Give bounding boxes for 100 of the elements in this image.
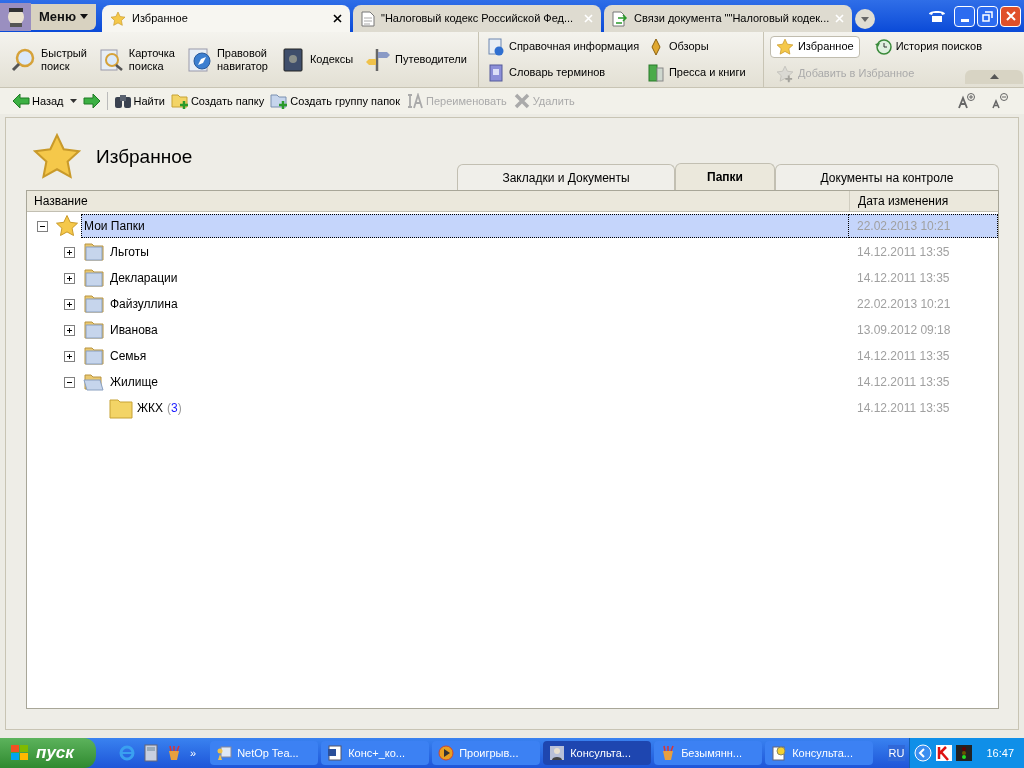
tree-row[interactable]: Декларации <box>108 266 849 290</box>
taskbar-button[interactable]: Консульта... <box>765 741 874 765</box>
date-cell-text: 13.09.2012 09:18 <box>857 322 951 339</box>
menu-button[interactable]: Меню <box>31 3 96 30</box>
chevron-left-icon[interactable] <box>914 744 933 762</box>
date-cell-text: 22.02.2013 10:21 <box>857 218 951 235</box>
binoculars-icon <box>113 93 132 109</box>
taskbar-button[interactable]: Конс+_ко... <box>321 741 430 765</box>
rename-icon <box>406 93 425 109</box>
caret-icon[interactable] <box>69 99 77 103</box>
folder-name: Мои Папки <box>84 218 145 235</box>
tree-row[interactable]: Файзуллина <box>108 292 849 316</box>
collapse-ribbon-button[interactable] <box>965 69 1023 84</box>
large-star-icon <box>32 132 82 182</box>
windows-logo-icon <box>10 744 30 762</box>
toolbar-button[interactable]: Найти <box>113 92 165 110</box>
tab-title: Избранное <box>132 11 189 27</box>
view-tab[interactable]: Закладки и Документы <box>457 164 675 190</box>
magnifier-icon <box>11 46 37 73</box>
star-icon <box>775 37 794 56</box>
ribbon-link[interactable]: Пресса и книги <box>646 63 757 82</box>
star-icon <box>55 214 79 238</box>
taskbar-button[interactable]: NetOp Tea... <box>210 741 319 765</box>
view-tab[interactable]: Папки <box>675 163 775 190</box>
signpost-icon <box>365 46 392 73</box>
tree-row[interactable]: Мои Папки <box>81 214 849 238</box>
expand-toggle[interactable] <box>64 272 75 284</box>
antivirus-k-icon[interactable] <box>936 745 953 761</box>
tab-list-button[interactable] <box>855 9 875 29</box>
view-tab[interactable]: Документы на контроле <box>775 164 999 190</box>
ribbon-link[interactable]: Избранное <box>769 35 860 58</box>
tab-title: "Налоговый кодекс Российской Фед... <box>381 11 575 27</box>
expand-toggle[interactable] <box>64 246 75 258</box>
folder-name: Семья <box>110 348 147 365</box>
delete-icon <box>512 93 531 109</box>
minimize-icon <box>960 18 969 22</box>
collapse-toggle[interactable] <box>37 220 48 232</box>
history-clock-icon <box>873 37 892 56</box>
ribbon-button[interactable]: Путеводители <box>364 37 468 82</box>
ribbon-button[interactable]: Кодексы <box>278 37 355 82</box>
taskbar-button[interactable]: Проигрыв... <box>432 741 541 765</box>
document-tab[interactable]: "Налоговый кодекс Российской Фед... <box>353 5 601 32</box>
ribbon-link[interactable]: Обзоры <box>646 37 757 56</box>
folder-name: Жилище <box>110 374 158 391</box>
tree-row[interactable]: Иванова <box>108 318 849 342</box>
ribbon-button[interactable]: Быстрый поиск <box>10 37 88 82</box>
close-icon[interactable] <box>333 14 342 23</box>
date-cell-text: 14.12.2011 13:35 <box>857 244 950 261</box>
restore-button[interactable] <box>977 5 998 27</box>
collapse-toggle[interactable] <box>64 376 75 388</box>
ribbon-link[interactable]: Словарь терминов <box>486 63 647 82</box>
document-icon <box>361 10 375 27</box>
toolbar-button[interactable]: Назад <box>12 92 64 110</box>
column-header[interactable]: Дата изменения <box>849 191 998 211</box>
play-icon <box>438 745 455 761</box>
open-folder-icon <box>83 372 105 392</box>
expand-toggle[interactable] <box>64 298 75 310</box>
clock: 16:47 <box>986 745 1014 761</box>
column-header[interactable]: Название <box>27 191 849 211</box>
language-indicator[interactable]: RU <box>887 744 906 762</box>
traffic-light-icon[interactable] <box>956 745 973 761</box>
folder-name: Иванова <box>110 322 158 339</box>
star-add-icon <box>775 64 794 83</box>
forward-arrow-icon[interactable] <box>82 93 101 109</box>
document-tab[interactable]: Избранное <box>102 5 350 32</box>
folder-name: Декларации <box>110 270 178 287</box>
document-help-icon <box>486 37 505 56</box>
document-tab[interactable]: Связи документа ""Налоговый кодек... <box>604 5 852 32</box>
folder-name: Файзуллина <box>110 296 178 313</box>
tree-row[interactable]: ЖКХ (3) <box>135 396 849 420</box>
close-button[interactable] <box>1000 5 1021 27</box>
increase-font-icon[interactable] <box>958 93 976 109</box>
date-cell-text: 14.12.2011 13:35 <box>857 348 950 365</box>
ribbon-link[interactable]: Справочная информация <box>486 37 647 56</box>
person-icon <box>549 745 566 761</box>
expand-toggle[interactable] <box>64 350 75 362</box>
folder-icon <box>109 397 133 419</box>
taskbar-button[interactable]: Безымянн... <box>654 741 763 765</box>
calculator-icon[interactable] <box>144 744 158 762</box>
ribbon-button[interactable]: Правовой навигатор <box>185 37 269 82</box>
toolbar-button[interactable]: Создать папку <box>170 92 265 110</box>
telephone-icon[interactable] <box>928 9 946 23</box>
dictionary-icon <box>486 63 505 82</box>
decrease-font-icon[interactable] <box>992 93 1008 109</box>
minimize-button[interactable] <box>954 5 975 27</box>
toolbar-button[interactable]: Создать группу папок <box>270 92 401 110</box>
ribbon-link[interactable]: История поисков <box>867 35 989 58</box>
taskbar-button[interactable]: Консульта... <box>543 741 652 765</box>
folder-icon <box>83 320 105 340</box>
tree-row[interactable]: Льготы <box>108 240 849 264</box>
more-icons-chevron[interactable]: » <box>190 744 197 762</box>
tree-row[interactable]: Жилище <box>108 370 849 394</box>
ribbon-button[interactable]: Карточка поиска <box>97 37 176 82</box>
expand-toggle[interactable] <box>64 324 75 336</box>
document-arrows-icon <box>612 10 628 27</box>
tab-title: Связи документа ""Налоговый кодек... <box>634 11 830 27</box>
document-count: (3) <box>167 400 182 417</box>
folder-icon <box>83 242 105 262</box>
books-icon <box>646 63 665 82</box>
tree-row[interactable]: Семья <box>108 344 849 368</box>
